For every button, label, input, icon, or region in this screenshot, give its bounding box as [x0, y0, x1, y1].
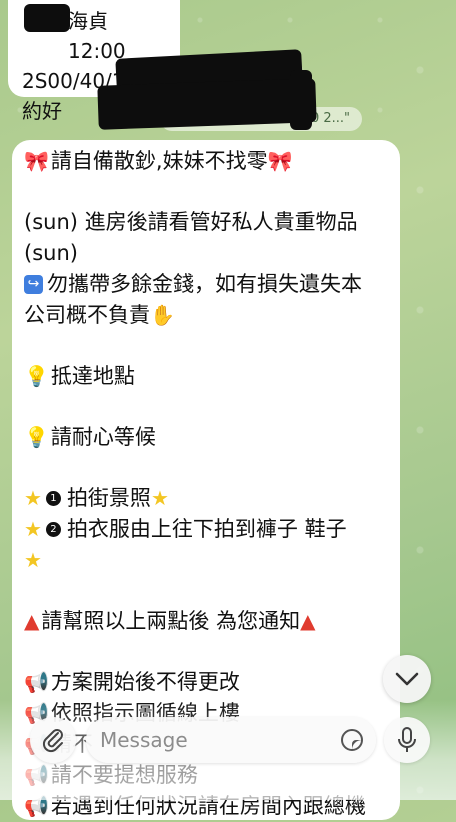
paperclip-icon: [42, 729, 63, 753]
message-line: ★ 1 拍街景照 ★: [24, 483, 388, 514]
bow-icon: 🎀: [267, 149, 293, 173]
line-spacer: [24, 177, 388, 207]
line-spacer: [24, 576, 388, 606]
attach-button[interactable]: [30, 717, 76, 763]
bow-icon: 🎀: [24, 149, 49, 173]
star-icon: ★: [24, 548, 42, 572]
return-arrow-icon: ↪: [24, 275, 43, 294]
redaction-block: [290, 70, 312, 130]
message-line-text: 拍衣服由上往下拍到褲子 鞋子: [66, 517, 347, 541]
message-line: 💡 請耐心等候: [24, 422, 388, 453]
red-triangle-icon: ▲: [300, 609, 316, 633]
megaphone-icon: 📢: [24, 670, 49, 694]
sticker-icon[interactable]: [340, 728, 364, 752]
message-input[interactable]: Message: [86, 717, 376, 763]
star-icon: ★: [24, 486, 42, 510]
message-line: 📢 若遇到任何狀況請在房間內跟總機: [24, 791, 388, 822]
red-triangle-icon: ▲: [24, 609, 40, 633]
message-line-text: 抵達地點: [50, 364, 135, 388]
message-line-text: 方案開始後不得更改: [50, 670, 240, 694]
message-line: (sun) 進房後請看管好私人貴重物品: [24, 207, 388, 238]
raised-hand-icon: ✋: [150, 303, 175, 327]
lightbulb-icon: 💡: [24, 364, 49, 388]
lightbulb-icon: 💡: [24, 425, 49, 449]
redaction-block: [24, 4, 70, 32]
message-line: 🎀 請自備散鈔,妹妹不找零 🎀: [24, 146, 388, 177]
message-line-text: 公司概不負責: [24, 303, 150, 327]
star-icon: ★: [24, 517, 42, 541]
numbered-circle-icon: 1: [45, 491, 61, 506]
message-line: 💡 抵達地點: [24, 361, 388, 392]
line-spacer: [24, 392, 388, 422]
scroll-down-button[interactable]: [383, 655, 431, 703]
message-line-text: 請耐心等候: [50, 425, 156, 449]
message-line: (sun): [24, 238, 388, 269]
line-spacer: [24, 331, 388, 361]
message-line: ★: [24, 545, 388, 576]
microphone-icon: [398, 727, 416, 752]
megaphone-icon: 📢: [24, 794, 49, 818]
message-line: ▲ 請幫照以上兩點後 為您通知 ▲: [24, 606, 388, 637]
message-line: 📢 方案開始後不得更改: [24, 667, 388, 698]
line-spacer: [24, 637, 388, 667]
message-line: ↪ 勿攜帶多餘金錢，如有損失遺失本: [24, 269, 388, 300]
star-icon: ★: [150, 486, 169, 510]
message-line-text: 拍街景照: [66, 486, 151, 510]
line-spacer: [24, 453, 388, 483]
message-line: ★ 2 拍衣服由上往下拍到褲子 鞋子: [24, 514, 388, 545]
redaction-block: [97, 78, 317, 130]
message-line-text: 勿攜帶多餘金錢，如有損失遺失本: [47, 272, 362, 296]
message-line-text: 請自備散鈔,妹妹不找零: [50, 149, 268, 173]
microphone-button[interactable]: [384, 717, 430, 763]
message-line-text: (sun): [24, 241, 78, 265]
chevron-down-icon: [395, 672, 419, 686]
numbered-circle-icon: 2: [45, 522, 61, 537]
message-input-placeholder: Message: [100, 728, 188, 752]
message-line-text: 若遇到任何狀況請在房間內跟總機: [50, 794, 366, 818]
message-line: 公司概不負責 ✋: [24, 300, 388, 331]
message-line-text: (sun) 進房後請看管好私人貴重物品: [24, 210, 358, 234]
message-composer: Message: [0, 712, 456, 772]
message-line-text: 請幫照以上兩點後 為您通知: [41, 609, 301, 633]
